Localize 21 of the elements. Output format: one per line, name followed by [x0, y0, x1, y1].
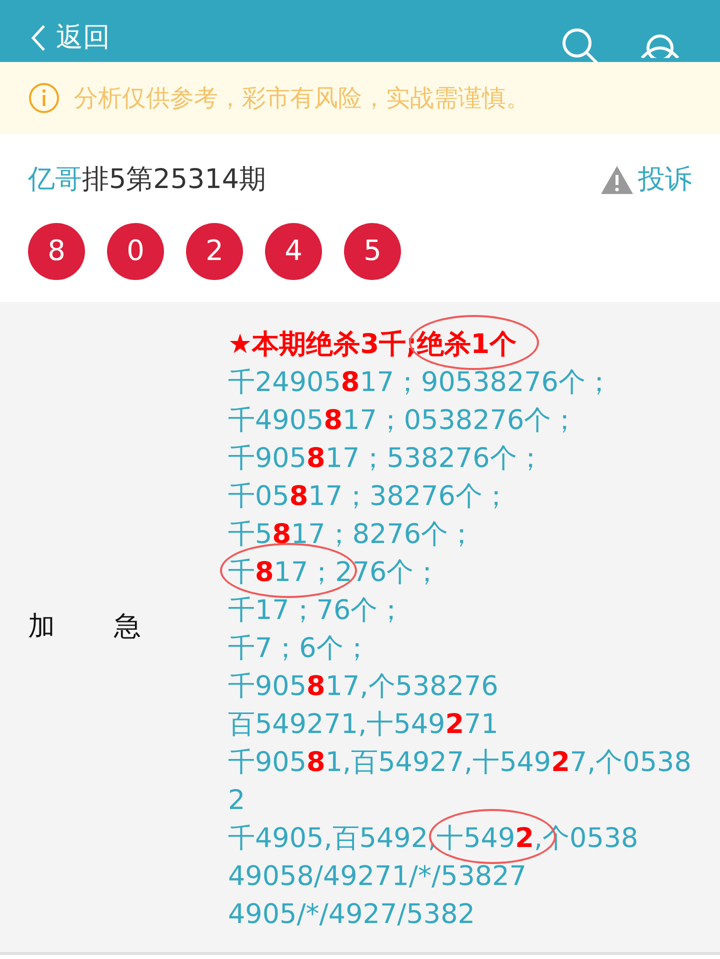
- analysis-line: 千90581,百54927,十54927,个05382: [228, 746, 692, 818]
- analysis-line: 千24905817；90538276个；: [228, 366, 614, 400]
- row-label: 加 急: [27, 610, 158, 644]
- back-button[interactable]: 返回: [30, 18, 110, 58]
- warning-icon: [600, 165, 634, 196]
- analysis-line: 千905817；538276个；: [228, 442, 545, 476]
- analysis-line: 千7；6个；: [228, 632, 372, 666]
- analysis-line: 千17；76个；: [228, 594, 406, 628]
- info-icon: [28, 82, 60, 114]
- analysis-line: 百549271,十549271: [228, 708, 500, 742]
- analysis-line: 4905/*/4927/5382: [228, 898, 476, 932]
- analysis-line: 千905817,个538276: [228, 670, 500, 704]
- complaint-button[interactable]: 投诉: [600, 160, 692, 200]
- back-icon: [30, 24, 46, 52]
- author-name: 亿哥: [28, 163, 82, 197]
- notice-text: 分析仅供参考，彩市有风险，实战需谨慎。: [74, 83, 530, 114]
- issue-title: 排5第25314期: [82, 163, 266, 197]
- analysis-line: 千05817；38276个；: [228, 480, 510, 514]
- analysis-line: 千5817；8276个；: [228, 518, 476, 552]
- analysis-line: 千4905817；0538276个；: [228, 404, 580, 438]
- analysis-line: 49058/49271/*/53827: [228, 860, 528, 894]
